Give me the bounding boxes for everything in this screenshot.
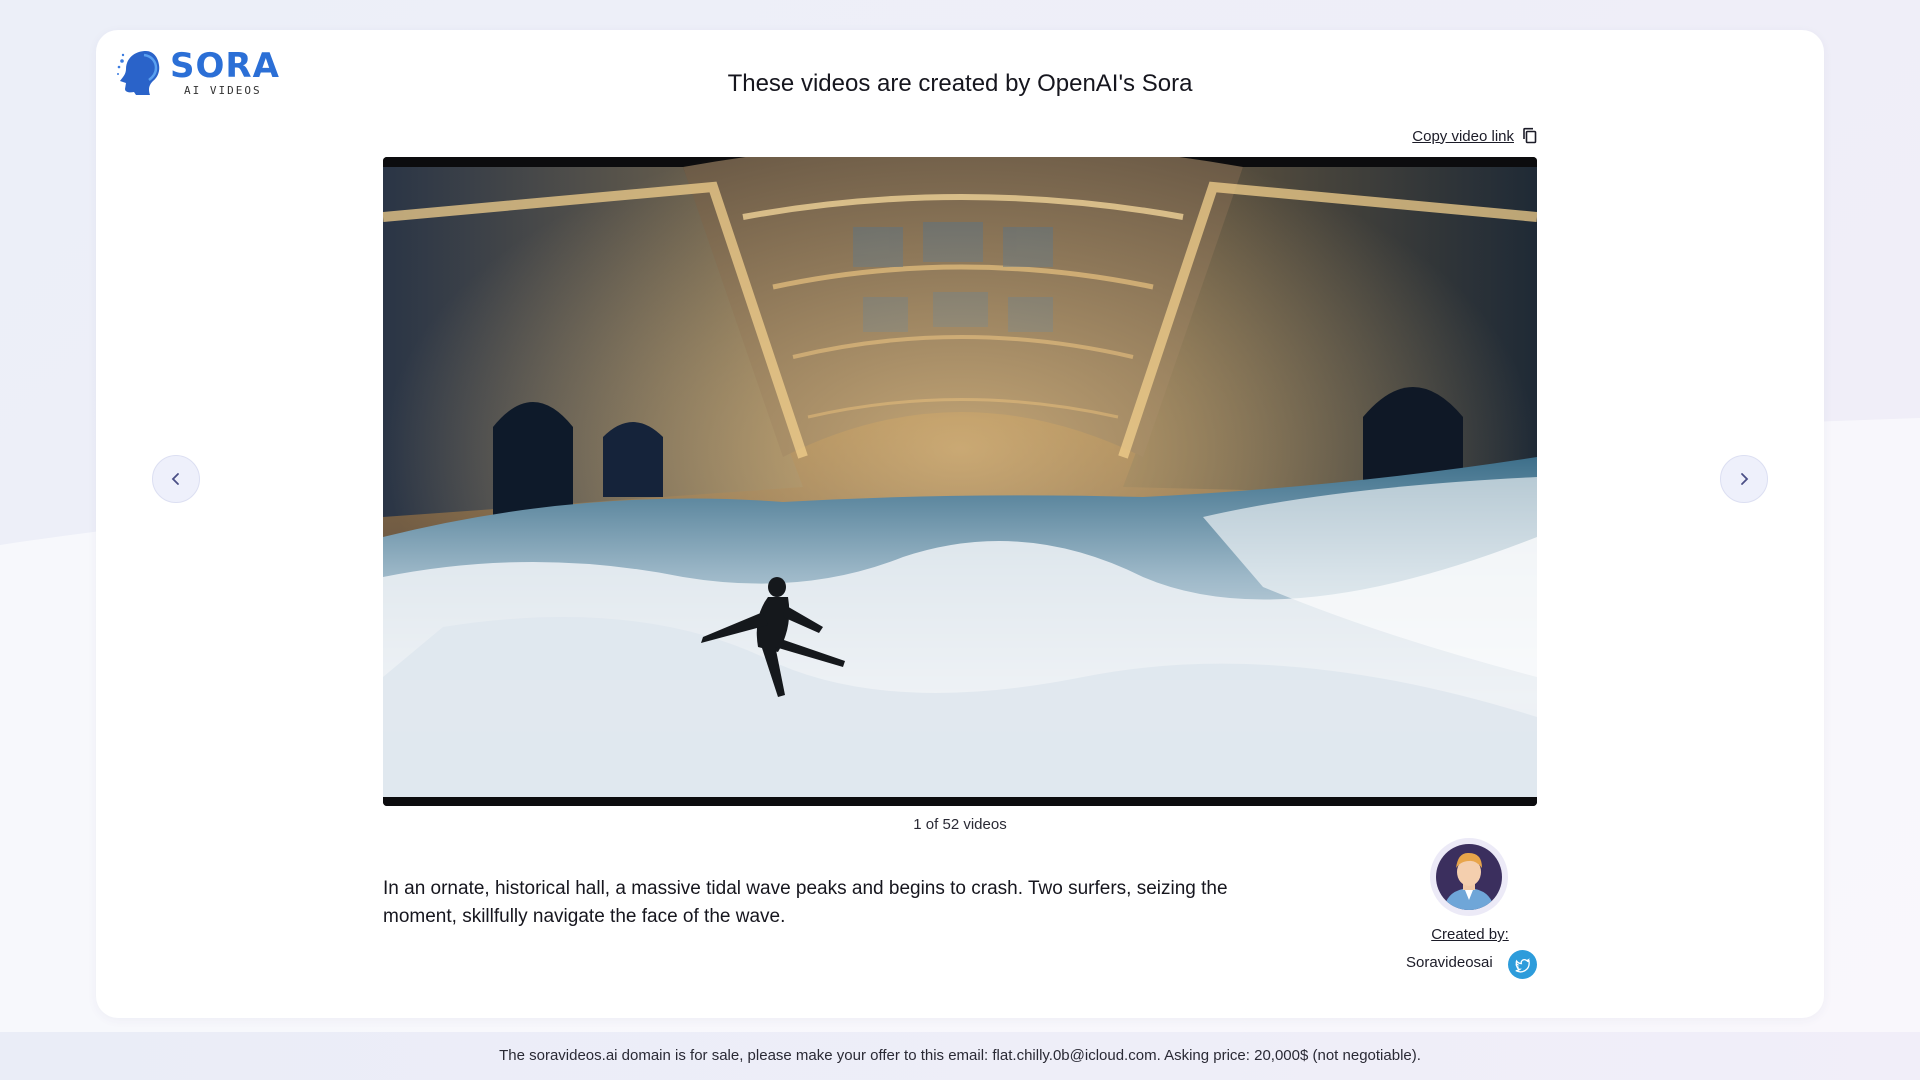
page-title: These videos are created by OpenAI's Sor… bbox=[727, 70, 1193, 97]
created-by-label: Created by: bbox=[1431, 926, 1509, 943]
creator-name: Soravideosai bbox=[1406, 954, 1493, 971]
avatar-image bbox=[1436, 844, 1502, 910]
creator-panel: Created by: Soravideosai bbox=[1388, 838, 1548, 979]
domain-sale-notice: The soravideos.ai domain is for sale, pl… bbox=[499, 1047, 1421, 1064]
copy-video-link-label: Copy video link bbox=[1412, 127, 1514, 145]
video-description: In an ornate, historical hall, a massive… bbox=[383, 878, 1228, 927]
chevron-right-icon bbox=[1741, 473, 1749, 485]
next-video-button[interactable] bbox=[1720, 455, 1768, 503]
copy-video-link-button[interactable]: Copy video link bbox=[1412, 127, 1538, 145]
twitter-icon bbox=[1514, 957, 1530, 972]
previous-video-button[interactable] bbox=[152, 455, 200, 503]
twitter-link-button[interactable] bbox=[1508, 950, 1537, 979]
copy-icon bbox=[1523, 127, 1537, 144]
creator-avatar[interactable] bbox=[1430, 838, 1508, 916]
chevron-left-icon bbox=[171, 473, 179, 485]
video-frame-image bbox=[383, 157, 1537, 806]
video-player[interactable] bbox=[383, 157, 1537, 806]
video-counter: 1 of 52 videos bbox=[913, 816, 1007, 833]
